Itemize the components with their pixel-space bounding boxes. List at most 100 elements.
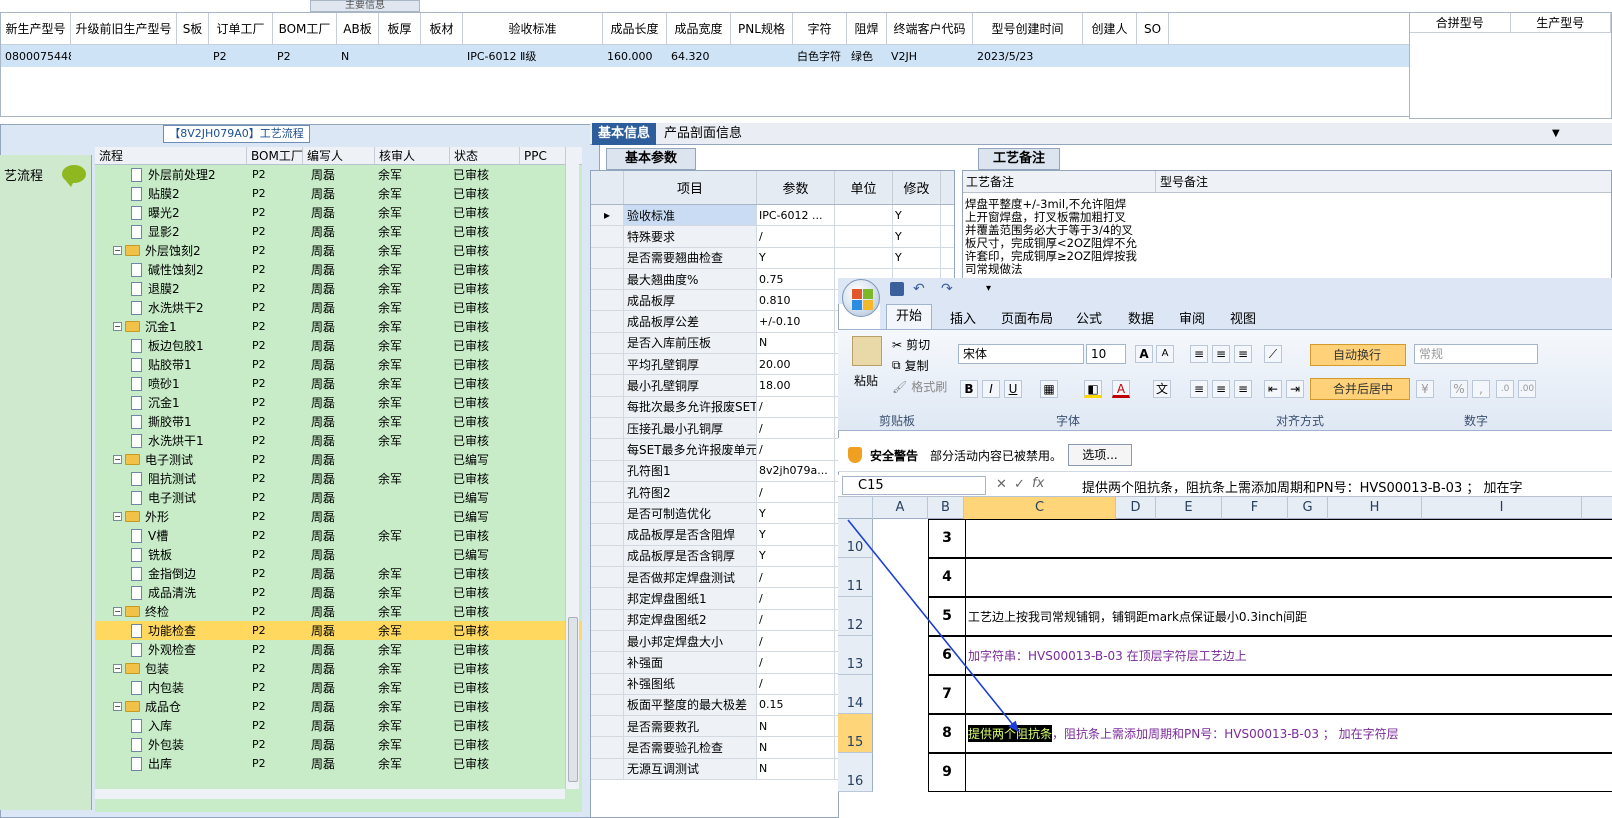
tree-row[interactable]: 板边包胶1 P2 周磊 余军 已审核 [95, 336, 582, 355]
table-cell[interactable]: 2023/5/23 [973, 45, 1083, 67]
tree-row[interactable]: 出库 P2 周磊 余军 已审核 [95, 754, 582, 773]
vertical-scrollbar[interactable] [565, 147, 579, 789]
percent-icon[interactable]: % [1450, 380, 1468, 398]
table-cell[interactable]: 0800075448 [1, 45, 71, 67]
nav-item-process[interactable]: 艺流程 [0, 158, 92, 190]
column-header-h[interactable]: H [1328, 497, 1422, 519]
collapse-icon[interactable]: − [113, 702, 122, 711]
horizontal-scrollbar[interactable] [95, 789, 565, 799]
collapse-icon[interactable]: − [113, 455, 122, 464]
increase-indent-icon[interactable]: ⇥ [1286, 380, 1304, 398]
increase-decimal-icon[interactable]: .0 [1496, 380, 1514, 398]
row-number-cell[interactable]: 7 [928, 675, 966, 714]
sheet-cell[interactable] [966, 753, 1612, 792]
row-number-cell[interactable]: 5 [928, 597, 966, 636]
format-painter-button[interactable]: 🖌 格式刷 [892, 378, 947, 395]
tree-row[interactable]: 阻抗测试 P2 周磊 余军 已审核 [95, 469, 582, 488]
paste-icon[interactable] [852, 336, 882, 366]
col-header[interactable]: 字符 [793, 13, 847, 44]
col-header[interactable]: 终端客户代码 [887, 13, 973, 44]
orientation-icon[interactable]: ⟋ [1264, 345, 1282, 363]
tab-view[interactable]: 视图 [1230, 308, 1256, 327]
font-name-select[interactable]: 宋体 [958, 344, 1084, 364]
tree-row[interactable]: 金指倒边 P2 周磊 余军 已审核 [95, 564, 582, 583]
sheet-cell[interactable]: 提供两个阻抗条 ，阻抗条上需添加周期和PN号：HVS00013-B-03 ； 加在… [966, 714, 1612, 753]
col-header[interactable]: 板厚 [379, 13, 421, 44]
scroll-thumb[interactable] [568, 617, 578, 782]
col-bom[interactable]: BOM工厂 [247, 147, 303, 164]
currency-icon[interactable]: ¥ [1416, 380, 1434, 398]
comma-icon[interactable]: , [1472, 380, 1490, 398]
col-header[interactable]: 阻焊 [847, 13, 887, 44]
col-header[interactable]: 板材 [421, 13, 463, 44]
col-modify[interactable]: 修改 [893, 171, 941, 204]
col-header[interactable]: PNL规格 [731, 13, 793, 44]
column-header-g[interactable]: G [1288, 497, 1328, 519]
sheet-cell[interactable]: 加字符串：HVS00013-B-03 在顶层字符层工艺边上 [966, 636, 1612, 675]
font-color-icon[interactable]: A [1112, 380, 1130, 398]
table-cell[interactable]: N [337, 45, 379, 67]
save-icon[interactable] [890, 282, 904, 296]
table-cell[interactable] [1083, 45, 1137, 67]
col-header[interactable]: 型号创建时间 [973, 13, 1083, 44]
tree-row[interactable]: V槽 P2 周磊 余军 已审核 [95, 526, 582, 545]
wrap-text-button[interactable]: 自动换行 [1310, 344, 1406, 366]
table-cell[interactable]: P2 [273, 45, 337, 67]
row-number-cell[interactable]: 9 [928, 753, 966, 792]
sheet-cell[interactable] [966, 519, 1612, 558]
column-header-i[interactable]: I [1422, 497, 1582, 519]
table-cell[interactable] [177, 45, 209, 67]
grow-font-icon[interactable]: A [1135, 345, 1153, 363]
cancel-icon[interactable]: ✕ [996, 477, 1007, 492]
table-cell[interactable] [1137, 45, 1169, 67]
table-cell[interactable]: P2 [209, 45, 273, 67]
tab-data[interactable]: 数据 [1128, 308, 1154, 327]
formula-input[interactable]: 提供两个阻抗条，阻抗条上需添加周期和PN号：HVS00013-B-03 ； 加在… [1082, 477, 1522, 496]
col-header[interactable]: 新生产型号 [1, 13, 71, 44]
row-header[interactable]: 14 [838, 675, 873, 714]
select-all-corner[interactable] [838, 497, 873, 519]
tree-row[interactable]: − 外层蚀刻2 P2 周磊 余军 已审核 [95, 241, 582, 260]
phonetic-icon[interactable]: 文 [1153, 380, 1171, 398]
decrease-decimal-icon[interactable]: .00 [1518, 380, 1536, 398]
column-header-a[interactable]: A [873, 497, 928, 519]
font-size-select[interactable]: 10 [1086, 344, 1126, 364]
align-top-icon[interactable]: ≡ [1190, 345, 1208, 363]
col-header[interactable]: 验收标准 [463, 13, 603, 44]
column-header-b[interactable]: B [928, 497, 964, 519]
tree-row[interactable]: 退膜2 P2 周磊 余军 已审核 [95, 279, 582, 298]
tree-row[interactable]: 沉金1 P2 周磊 余军 已审核 [95, 393, 582, 412]
param-row[interactable]: ▸ 验收标准 IPC-6012 ... Y [591, 205, 954, 227]
chevron-down-icon[interactable]: ▼ [1552, 128, 1560, 139]
row-header[interactable]: 12 [838, 597, 873, 636]
undo-icon[interactable]: ↶ [913, 281, 925, 297]
office-button[interactable] [842, 279, 880, 317]
tree-row[interactable]: 电子测试 P2 周磊 已编写 [95, 488, 582, 507]
align-bottom-icon[interactable]: ≡ [1234, 345, 1252, 363]
col-unit[interactable]: 单位 [835, 171, 893, 204]
process-remark-text[interactable]: 焊盘平整度+/-3mil,不允许阻焊上开窗焊盘，打叉板需加粗打叉并覆盖范围务必大… [965, 198, 1137, 276]
paste-button[interactable]: 粘贴 [854, 372, 878, 389]
redo-icon[interactable]: ↷ [941, 281, 953, 297]
cut-button[interactable]: ✂ 剪切 [892, 336, 930, 353]
col-header[interactable]: 成品长度 [603, 13, 667, 44]
tree-row[interactable]: − 沉金1 P2 周磊 余军 已审核 [95, 317, 582, 336]
tab-review[interactable]: 审阅 [1179, 308, 1205, 327]
col-header[interactable]: SO [1137, 13, 1169, 44]
number-format-select[interactable]: 常规 [1414, 344, 1538, 364]
function-icon[interactable]: fx [1032, 476, 1044, 491]
collapse-icon[interactable]: − [113, 607, 122, 616]
collapse-icon[interactable]: − [113, 246, 122, 255]
col-header[interactable]: 创建人 [1083, 13, 1137, 44]
col-param[interactable]: 参数 [757, 171, 835, 204]
param-row[interactable]: 是否需要翘曲检查 Y Y [591, 247, 954, 269]
table-cell[interactable] [421, 45, 463, 67]
col-writer[interactable]: 编写人 [303, 147, 375, 164]
tree-row[interactable]: 喷砂1 P2 周磊 余军 已审核 [95, 374, 582, 393]
col-header[interactable]: AB板 [337, 13, 379, 44]
sheet-cell[interactable] [966, 558, 1612, 597]
tree-row[interactable]: 贴膜2 P2 周磊 余军 已审核 [95, 184, 582, 203]
row-header[interactable]: 15 [838, 714, 873, 753]
customize-icon[interactable]: ▾ [986, 283, 991, 294]
tree-row[interactable]: 外观检查 P2 周磊 余军 已审核 [95, 640, 582, 659]
